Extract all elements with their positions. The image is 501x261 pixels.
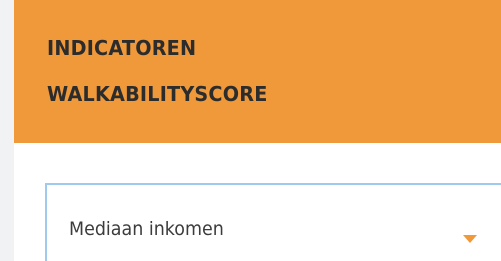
indicator-select-value: Mediaan inkomen xyxy=(69,218,224,240)
indicator-select[interactable]: Mediaan inkomen xyxy=(45,183,501,261)
panel-title-line-2: WALKABILITYSCORE xyxy=(47,82,268,106)
panel-title-line-1: INDICATOREN xyxy=(47,36,197,60)
panel-header: INDICATOREN WALKABILITYSCORE xyxy=(14,0,501,143)
indicators-panel: INDICATOREN WALKABILITYSCORE Mediaan ink… xyxy=(14,0,501,261)
chevron-down-icon[interactable] xyxy=(463,235,477,243)
